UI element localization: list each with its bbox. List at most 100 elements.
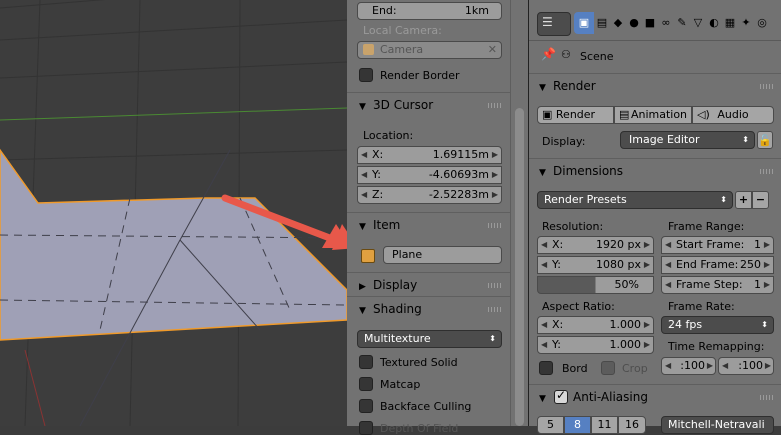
cursor-panel-header[interactable]: ▼ 3D Cursor — [359, 94, 433, 116]
decrement-icon[interactable]: ◀ — [361, 167, 367, 183]
particles-tab-icon[interactable]: ✦ — [738, 12, 754, 34]
increment-icon[interactable]: ▶ — [765, 358, 771, 374]
local-camera-field[interactable]: Camera ✕ — [357, 41, 502, 59]
drag-handle-icon[interactable] — [760, 84, 774, 89]
drag-handle-icon[interactable] — [760, 395, 774, 400]
decrement-icon[interactable]: ◀ — [541, 237, 547, 253]
drag-handle-icon[interactable] — [488, 103, 502, 108]
aa-samples-16[interactable]: 16 — [618, 416, 646, 434]
increment-icon[interactable]: ▶ — [644, 257, 650, 273]
texture-tab-icon[interactable]: ▦ — [722, 12, 738, 34]
remap-new-field[interactable]: ◀ :100 ▶ — [718, 357, 774, 375]
cursor-y-field[interactable]: ◀ Y: -4.60693m ▶ — [357, 166, 502, 184]
decrement-icon[interactable]: ◀ — [361, 147, 367, 163]
decrement-icon[interactable]: ◀ — [541, 257, 547, 273]
cursor-x-field[interactable]: ◀ X: 1.69115m ▶ — [357, 146, 502, 164]
increment-icon[interactable]: ▶ — [492, 147, 498, 163]
editor-type-button[interactable]: ☰ — [537, 12, 571, 36]
shelf-scrollbar[interactable] — [510, 0, 529, 426]
render-presets-dropdown[interactable]: Render Presets ⬍ — [537, 191, 733, 209]
anti-aliasing-panel-header[interactable]: ▼ — [539, 386, 553, 408]
decrement-icon[interactable]: ◀ — [665, 257, 671, 273]
animation-button[interactable]: ▤ Animation — [614, 106, 692, 124]
aa-samples-8[interactable]: 8 — [564, 416, 591, 434]
pin-icon[interactable]: 📌 — [541, 47, 556, 61]
dimensions-panel-header[interactable]: ▼ Dimensions — [539, 160, 623, 182]
shading-panel-header[interactable]: ▼ Shading — [359, 298, 422, 320]
increment-icon[interactable]: ▶ — [644, 317, 650, 333]
decrement-icon[interactable]: ◀ — [665, 358, 671, 374]
drag-handle-icon[interactable] — [488, 283, 502, 288]
frame-rate-dropdown[interactable]: 24 fps ⬍ — [661, 316, 774, 334]
render-border-checkbox[interactable] — [359, 68, 373, 82]
increment-icon[interactable]: ▶ — [764, 257, 770, 273]
increment-icon[interactable]: ▶ — [764, 277, 770, 293]
remove-preset-icon[interactable]: − — [752, 191, 769, 209]
shading-mode-dropdown[interactable]: Multitexture ⬍ — [357, 330, 502, 348]
increment-icon[interactable]: ▶ — [707, 358, 713, 374]
render-tab-icon[interactable]: ▣ — [574, 12, 594, 34]
drag-handle-icon[interactable] — [760, 169, 774, 174]
increment-icon[interactable]: ▶ — [492, 187, 498, 203]
decrement-icon[interactable]: ◀ — [665, 237, 671, 253]
audio-button[interactable]: ◁) Audio — [692, 106, 774, 124]
collapse-down-icon: ▼ — [539, 394, 546, 404]
add-preset-icon[interactable]: + — [735, 191, 752, 209]
material-tab-icon[interactable]: ◐ — [706, 12, 722, 34]
decrement-icon[interactable]: ◀ — [361, 187, 367, 203]
textured-solid-checkbox[interactable] — [359, 355, 373, 369]
data-tab-icon[interactable]: ▽ — [690, 12, 706, 34]
increment-icon[interactable]: ▶ — [764, 237, 770, 253]
decrement-icon[interactable]: ◀ — [722, 358, 728, 374]
end-frame-field[interactable]: ◀ End Frame: 250 ▶ — [661, 256, 774, 274]
scrollbar-thumb[interactable] — [515, 108, 524, 426]
display-dropdown[interactable]: Image Editor ⬍ — [620, 131, 755, 149]
clip-end-label: End: — [372, 4, 397, 17]
increment-icon[interactable]: ▶ — [492, 167, 498, 183]
render-layers-tab-icon[interactable]: ▤ — [594, 12, 610, 34]
world-tab-icon[interactable]: ● — [626, 12, 642, 34]
3d-viewport[interactable] — [0, 0, 347, 426]
collapse-down-icon: ▼ — [539, 168, 546, 178]
physics-tab-icon[interactable]: ◎ — [754, 12, 770, 34]
cursor-z-field[interactable]: ◀ Z: -2.52283m ▶ — [357, 186, 502, 204]
object-tab-icon[interactable]: ■ — [642, 12, 658, 34]
scene-tab-icon[interactable]: ◆ — [610, 12, 626, 34]
backface-culling-checkbox[interactable] — [359, 399, 373, 413]
render-panel-header[interactable]: ▼ Render — [539, 75, 596, 97]
clear-icon[interactable]: ✕ — [488, 42, 497, 58]
resolution-percentage-slider[interactable]: 50% — [537, 276, 654, 294]
remap-old-field[interactable]: ◀ :100 ▶ — [661, 357, 716, 375]
frame-step-field[interactable]: ◀ Frame Step: 1 ▶ — [661, 276, 774, 294]
decrement-icon[interactable]: ◀ — [665, 277, 671, 293]
drag-handle-icon[interactable] — [488, 223, 502, 228]
increment-icon[interactable]: ▶ — [644, 237, 650, 253]
start-frame-field[interactable]: ◀ Start Frame: 1 ▶ — [661, 236, 774, 254]
resolution-x-field[interactable]: ◀ X: 1920 px ▶ — [537, 236, 654, 254]
resolution-y-field[interactable]: ◀ Y: 1080 px ▶ — [537, 256, 654, 274]
decrement-icon[interactable]: ◀ — [541, 317, 547, 333]
aa-samples-11[interactable]: 11 — [591, 416, 618, 434]
remap-new-value: :100 — [738, 359, 763, 372]
display-label: Display: — [542, 135, 586, 148]
crop-checkbox[interactable] — [601, 361, 615, 375]
object-name-field[interactable]: Plane — [383, 246, 502, 264]
item-panel-header[interactable]: ▼ Item — [359, 214, 400, 236]
modifiers-tab-icon[interactable]: ✎ — [674, 12, 690, 34]
aspect-x-field[interactable]: ◀ X: 1.000 ▶ — [537, 316, 654, 334]
render-button[interactable]: ▣ Render — [537, 106, 614, 124]
constraints-tab-icon[interactable]: ∞ — [658, 12, 674, 34]
display-panel-header[interactable]: ▶ Display — [359, 274, 417, 296]
anti-aliasing-checkbox[interactable] — [554, 388, 568, 404]
matcap-checkbox[interactable] — [359, 377, 373, 391]
drag-handle-icon[interactable] — [488, 307, 502, 312]
aspect-y-field[interactable]: ◀ Y: 1.000 ▶ — [537, 336, 654, 354]
depth-of-field-checkbox[interactable] — [359, 421, 373, 435]
aa-samples-5[interactable]: 5 — [537, 416, 564, 434]
lock-icon[interactable]: 🔓 — [757, 131, 773, 149]
decrement-icon[interactable]: ◀ — [541, 337, 547, 353]
clip-end-field[interactable]: End: 1km — [357, 2, 502, 20]
aa-filter-dropdown[interactable]: Mitchell-Netravali — [661, 416, 774, 434]
increment-icon[interactable]: ▶ — [644, 337, 650, 353]
border-checkbox[interactable] — [539, 361, 553, 375]
